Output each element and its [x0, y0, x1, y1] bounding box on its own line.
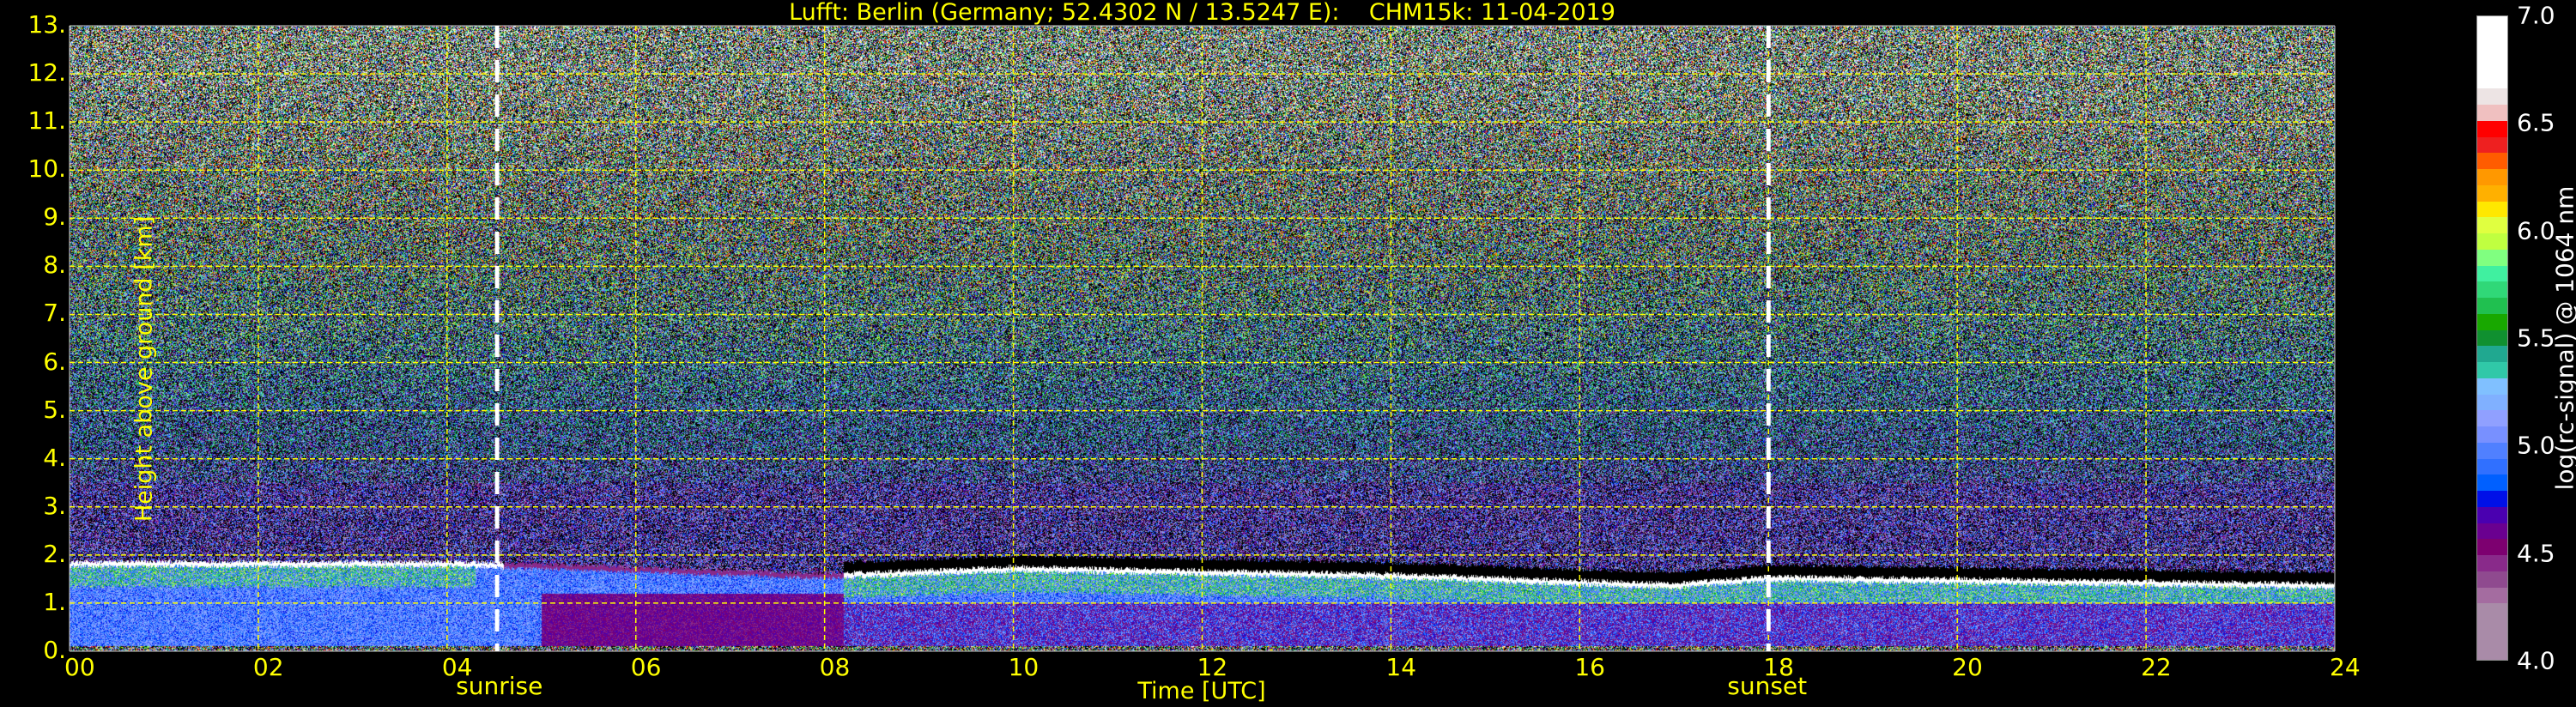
colorbar-tick-label: 6.0 [2517, 216, 2555, 245]
colorbar-segment [2477, 153, 2507, 170]
colorbar-segment [2477, 281, 2507, 299]
colorbar-segment [2477, 329, 2507, 347]
colorbar-segment [2477, 426, 2507, 443]
y-tick-label: 2. [43, 539, 66, 568]
x-tick-label: 02 [252, 653, 284, 681]
colorbar-segment [2477, 346, 2507, 363]
colorbar-segment [2477, 313, 2507, 330]
colorbar-segment [2477, 587, 2507, 604]
colorbar [2476, 15, 2508, 661]
y-tick-label: 13. [27, 10, 66, 39]
sunrise-label: sunrise [456, 672, 543, 700]
colorbar-segment [2477, 539, 2507, 556]
colorbar-tick-label: 4.5 [2517, 539, 2555, 568]
colorbar-tick-label: 5.0 [2517, 431, 2555, 460]
colorbar-tick-label: 4.0 [2517, 646, 2555, 675]
colorbar-tick-label: 6.5 [2517, 108, 2555, 137]
colorbar-segment [2477, 184, 2507, 202]
colorbar-segment [2477, 410, 2507, 427]
x-tick-label: 10 [1008, 653, 1039, 681]
y-tick-label: 11. [27, 106, 66, 136]
colorbar-segment [2477, 571, 2507, 588]
x-tick-label: 24 [2330, 653, 2361, 681]
x-tick-label: 12 [1197, 653, 1228, 681]
y-tick-label: 7. [43, 299, 66, 328]
colorbar-segment [2477, 136, 2507, 154]
x-tick-label: 22 [2141, 653, 2172, 681]
y-tick-label: 5. [43, 395, 66, 424]
x-tick-label: 14 [1385, 653, 1417, 681]
colorbar-segment [2477, 491, 2507, 507]
y-tick-label: 10. [27, 154, 66, 184]
colorbar-segment [2477, 217, 2507, 234]
colorbar-segment [2477, 201, 2507, 218]
colorbar-segment [2477, 249, 2507, 266]
y-tick-label: 4. [43, 443, 66, 472]
colorbar-segment [2477, 298, 2507, 314]
x-tick-label: 06 [630, 653, 662, 681]
colorbar-segment [2477, 555, 2507, 571]
colorbar-segment [2477, 362, 2507, 378]
colorbar-segment [2477, 442, 2507, 459]
y-tick-label: 6. [43, 347, 66, 376]
x-tick-label: 16 [1574, 653, 1605, 681]
colorbar-segment [2477, 506, 2507, 523]
x-tick-label: 00 [64, 653, 95, 681]
x-tick-label: 08 [819, 653, 851, 681]
colorbar-segment [2477, 265, 2507, 282]
colorbar-segment [2477, 474, 2507, 492]
axes-svg [69, 25, 2336, 652]
colorbar-segment [2477, 169, 2507, 185]
colorbar-segment [2477, 603, 2507, 660]
x-tick-label: 20 [1952, 653, 1983, 681]
y-tick-label: 8. [43, 251, 66, 280]
colorbar-segment [2477, 394, 2507, 411]
y-tick-label: 9. [43, 202, 66, 232]
colorbar-segment [2477, 88, 2507, 106]
y-tick-label: 1. [43, 587, 66, 616]
colorbar-segment [2477, 523, 2507, 540]
colorbar-tick-label: 5.5 [2517, 323, 2555, 353]
colorbar-segment [2477, 105, 2507, 121]
colorbar-segment [2477, 233, 2507, 250]
y-axis-label: Height above ground [km] [130, 215, 158, 523]
colorbar-segment [2477, 378, 2507, 395]
x-axis-label: Time [UTC] [1137, 678, 1266, 704]
colorbar-segment [2477, 16, 2507, 89]
sunset-label: sunset [1727, 672, 1808, 700]
axes-overlay [0, 0, 2576, 707]
y-tick-label: 12. [27, 58, 66, 88]
colorbar-tick-label: 7.0 [2517, 1, 2555, 30]
colorbar-segment [2477, 458, 2507, 475]
y-tick-label: 3. [43, 491, 66, 520]
colorbar-segment [2477, 120, 2507, 137]
y-tick-label: 0. [43, 636, 66, 664]
